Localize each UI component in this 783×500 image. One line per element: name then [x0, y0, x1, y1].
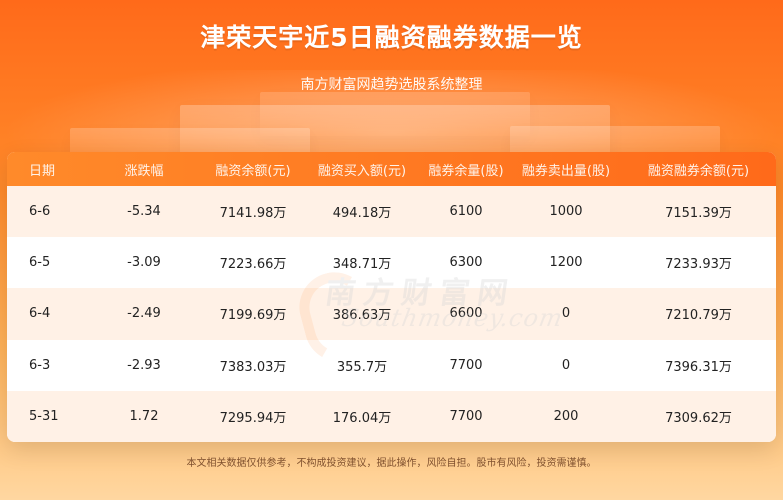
cell-total-balance: 7233.93万: [665, 257, 732, 273]
table-header-margin-balance: 融资余额(元): [215, 163, 291, 179]
cell-short-balance-shares: 7700: [449, 408, 483, 424]
cell-date: 6-3: [29, 357, 51, 373]
cell-short-balance-shares: 6300: [449, 255, 483, 271]
cell-margin-balance: 7199.69万: [219, 308, 287, 324]
disclaimer-footer: 本文相关数据仅供参考，不构成投资建议，据此操作，风险自担。股市有风险，投资需谨慎…: [186, 458, 597, 469]
cell-margin-buy: 355.7万: [336, 359, 388, 375]
cell-change: -2.49: [127, 306, 161, 322]
page-title: 津荣天宇近5日融资融券数据一览: [200, 23, 583, 52]
table-header-short-sell-shares: 融券卖出量(股): [521, 163, 611, 179]
cell-margin-balance: 7383.03万: [219, 359, 287, 375]
cell-date: 6-4: [29, 306, 51, 322]
cell-total-balance: 7210.79万: [665, 308, 732, 324]
cell-total-balance: 7309.62万: [665, 410, 732, 426]
table-row: 5-31 1.72 7295.94万 176.04万 7700 200 7309…: [7, 390, 776, 442]
cell-change: -5.34: [127, 204, 161, 220]
cell-short-balance-shares: 6600: [449, 306, 483, 322]
table-row: 6-4 -2.49 7199.69万 386.63万 6600 0 7210.7…: [7, 288, 776, 340]
cell-short-sell-shares: 1000: [549, 204, 583, 220]
table-header-total-balance: 融资融券余额(元): [647, 163, 750, 179]
cell-date: 6-5: [29, 255, 51, 271]
cell-margin-balance: 7295.94万: [219, 410, 287, 426]
cell-change: 1.72: [129, 408, 159, 424]
cell-change: -3.09: [127, 255, 161, 271]
table-row: 6-5 -3.09 7223.66万 348.71万 6300 1200 723…: [7, 237, 776, 289]
cell-short-sell-shares: 1200: [549, 255, 583, 271]
cell-short-sell-shares: 0: [561, 306, 571, 322]
cell-short-balance-shares: 6100: [449, 204, 483, 220]
cell-date: 5-31: [29, 408, 59, 424]
table-header-margin-buy: 融资买入额(元): [317, 163, 407, 179]
background-podium: [260, 92, 530, 136]
cell-short-sell-shares: 0: [561, 357, 571, 373]
data-table-card: 日期 涨跌幅 融资余额(元) 融资买入额(元) 融券余量(股) 融券卖出量(股)…: [7, 152, 776, 442]
table-header-row: 日期 涨跌幅 融资余额(元) 融资买入额(元) 融券余量(股) 融券卖出量(股)…: [7, 152, 776, 186]
page-subtitle: 南方财富网趋势选股系统整理: [300, 77, 483, 93]
cell-margin-buy: 494.18万: [332, 206, 392, 222]
cell-total-balance: 7151.39万: [665, 206, 732, 222]
table-row: 6-6 -5.34 7141.98万 494.18万 6100 1000 715…: [7, 186, 776, 238]
cell-margin-buy: 386.63万: [332, 308, 392, 324]
table-header-date: 日期: [29, 163, 56, 179]
cell-margin-buy: 348.71万: [332, 257, 392, 273]
table-body: 南方财富网 Southmoney.com 6-6 -5.34 7141.98万 …: [7, 186, 776, 442]
table-header-short-balance-shares: 融券余量(股): [428, 163, 504, 179]
cell-change: -2.93: [127, 357, 161, 373]
cell-total-balance: 7396.31万: [665, 359, 732, 375]
cell-date: 6-6: [29, 204, 51, 220]
table-row: 6-3 -2.93 7383.03万 355.7万 7700 0 7396.31…: [7, 339, 776, 391]
cell-margin-buy: 176.04万: [332, 410, 392, 426]
cell-margin-balance: 7141.98万: [219, 206, 287, 222]
cell-margin-balance: 7223.66万: [219, 257, 287, 273]
cell-short-balance-shares: 7700: [449, 357, 483, 373]
table-header-change: 涨跌幅: [124, 163, 164, 179]
cell-short-sell-shares: 200: [553, 408, 579, 424]
